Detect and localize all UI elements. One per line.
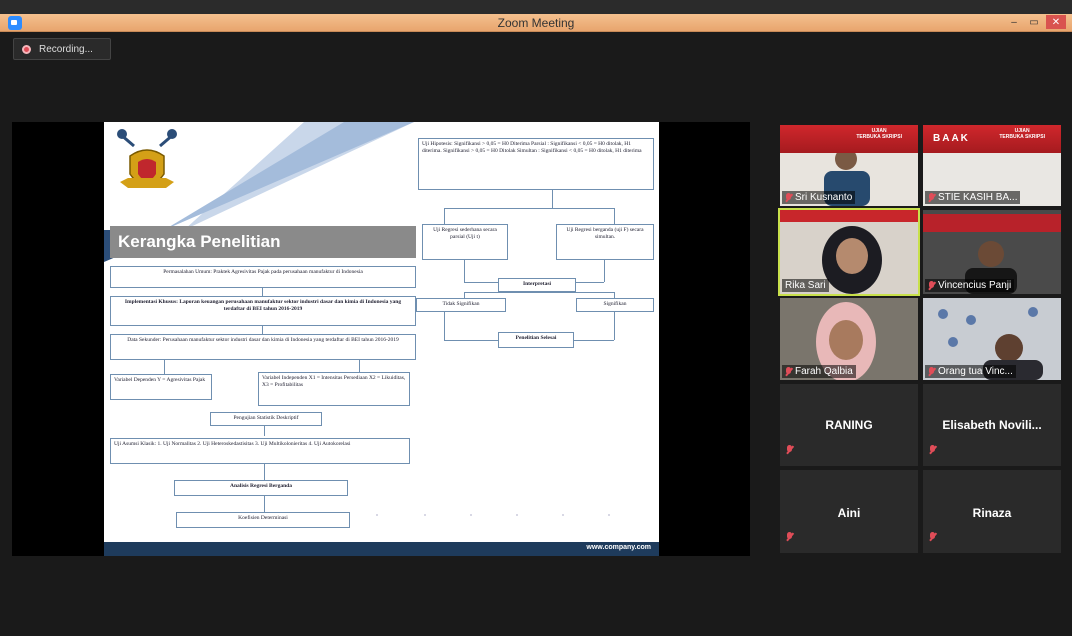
box-interpretasi: Interpretasi — [498, 278, 576, 292]
record-icon — [22, 44, 31, 54]
mic-muted-icon-wrapper — [786, 442, 793, 460]
participant-name: RANING — [825, 418, 873, 432]
participant-tile[interactable]: Farah Qalbia — [780, 298, 918, 380]
box-penelitian-selesai: Penelitian Selesai — [498, 332, 574, 348]
connector — [164, 360, 165, 374]
connector — [359, 360, 360, 372]
participant-tile[interactable]: RANING — [780, 384, 918, 466]
participant-name: Aini — [837, 506, 861, 520]
connector — [464, 282, 498, 283]
participant-name: Sri Kusnanto — [782, 191, 856, 204]
participant-name: Elisabeth Novili... — [942, 418, 1042, 432]
minimize-button[interactable]: – — [1006, 15, 1022, 29]
participant-tile[interactable]: UJIAN TERBUKA SKRIPSI Sri Kusnanto — [780, 125, 918, 206]
recording-label: Recording... — [39, 43, 93, 55]
title-bar: Zoom Meeting – ▭ ✕ — [0, 14, 1072, 32]
shared-slide: Kerangka Penelitian Permasalahan Umum: P… — [104, 122, 659, 556]
connector — [614, 208, 615, 224]
maximize-button[interactable]: ▭ — [1026, 15, 1042, 29]
box-uji-asumsi: Uji Asumsi Klasik: 1. Uji Normalitas 2. … — [110, 438, 410, 464]
connector — [552, 190, 553, 208]
box-permasalahan: Permasalahan Umum: Praktek Agresivitas P… — [110, 266, 416, 288]
participant-tile[interactable]: Rinaza — [923, 470, 1061, 553]
banner-text: UJIAN TERBUKA SKRIPSI — [856, 128, 902, 140]
mic-muted-icon — [928, 366, 935, 377]
participant-tile[interactable]: Vincencius Panji — [923, 210, 1061, 294]
connector — [614, 312, 615, 340]
mic-muted-icon — [786, 445, 793, 455]
mic-muted-icon — [928, 280, 935, 291]
banner: BAAK UJIAN TERBUKA SKRIPSI — [923, 125, 1061, 153]
participant-name: Vincencius Panji — [925, 279, 1015, 292]
connector — [444, 312, 445, 340]
slide-title-bar: Kerangka Penelitian — [110, 226, 416, 258]
mic-muted-icon-wrapper — [929, 442, 936, 460]
mic-muted-icon — [928, 192, 935, 203]
participant-name: Rika Sari — [782, 279, 829, 292]
mic-muted-icon — [786, 532, 793, 542]
participant-name: STIE KASIH BA... — [925, 191, 1021, 204]
university-logo — [117, 129, 177, 188]
connector — [464, 260, 465, 282]
connector — [262, 288, 263, 296]
box-implementasi: Implementasi Khusus: Laporan keuangan pe… — [110, 296, 416, 326]
participant-name: Farah Qalbia — [782, 365, 856, 378]
close-button[interactable]: ✕ — [1046, 15, 1066, 29]
box-data-sekunder: Data Sekunder: Perusahaan manufaktur sek… — [110, 334, 416, 360]
box-analisis: Analisis Regresi Berganda — [174, 480, 348, 496]
mic-muted-icon — [929, 445, 936, 455]
decorative-dot — [424, 514, 426, 516]
decorative-dot — [562, 514, 564, 516]
banner-text: UJIAN TERBUKA SKRIPSI — [999, 128, 1045, 140]
decorative-dot — [470, 514, 472, 516]
box-signifikan: Signifikan — [576, 298, 654, 312]
connector — [464, 292, 614, 293]
box-variabel-independen: Variabel Independen X1 = Intensitas Pers… — [258, 372, 410, 406]
box-koefisien: Koefisien Determinasi — [176, 512, 350, 528]
participant-tile-active-speaker[interactable]: Rika Sari — [778, 208, 920, 296]
box-uji-parsial: Uji Regresi sederhana secara parsial (Uj… — [422, 224, 508, 260]
decorative-dot — [516, 514, 518, 516]
participant-tile[interactable]: BAAK UJIAN TERBUKA SKRIPSI STIE KASIH BA.… — [923, 125, 1061, 206]
window-title: Zoom Meeting — [497, 16, 575, 30]
participant-name: Rinaza — [972, 506, 1012, 520]
participant-tile[interactable]: Elisabeth Novili... — [923, 384, 1061, 466]
connector — [262, 326, 263, 334]
connector — [264, 464, 265, 480]
participant-tile[interactable]: Orang tua Vinc... — [923, 298, 1061, 380]
window-controls: – ▭ ✕ — [1006, 15, 1066, 29]
banner: UJIAN TERBUKA SKRIPSI — [780, 125, 918, 153]
slide-footer: www.company.com — [104, 542, 659, 556]
connector — [574, 340, 614, 341]
slide-footer-url: www.company.com — [586, 544, 651, 551]
participant-name: Orang tua Vinc... — [925, 365, 1016, 378]
banner-baak: BAAK — [933, 133, 970, 144]
mic-muted-icon-wrapper — [786, 529, 793, 547]
connector — [264, 426, 265, 436]
slide-title: Kerangka Penelitian — [118, 232, 281, 251]
box-uji-simultan: Uji Regresi berganda (uji F) secara simu… — [556, 224, 654, 260]
mic-muted-icon-wrapper — [929, 529, 936, 547]
box-tidak-signifikan: Tidak Signifikan — [416, 298, 506, 312]
connector — [444, 208, 445, 224]
top-strip — [0, 0, 1072, 14]
connector — [444, 340, 498, 341]
decorative-dot — [376, 514, 378, 516]
connector — [604, 260, 605, 282]
mic-muted-icon — [929, 532, 936, 542]
connector — [444, 208, 614, 209]
mic-muted-icon — [785, 366, 792, 377]
recording-indicator[interactable]: Recording... — [13, 38, 111, 60]
box-uji-hipotesis: Uji Hipotesis: Signifikansi > 0,05 = H0 … — [418, 138, 654, 190]
connector — [576, 282, 604, 283]
mic-muted-icon — [785, 192, 792, 203]
decorative-dot — [608, 514, 610, 516]
connector — [264, 496, 265, 512]
participant-tile[interactable]: Aini — [780, 470, 918, 553]
box-pengujian: Pengujian Statistik Deskriptif — [210, 412, 322, 426]
box-variabel-dependen: Variabel Dependen Y = Agresivitas Pajak — [110, 374, 212, 400]
